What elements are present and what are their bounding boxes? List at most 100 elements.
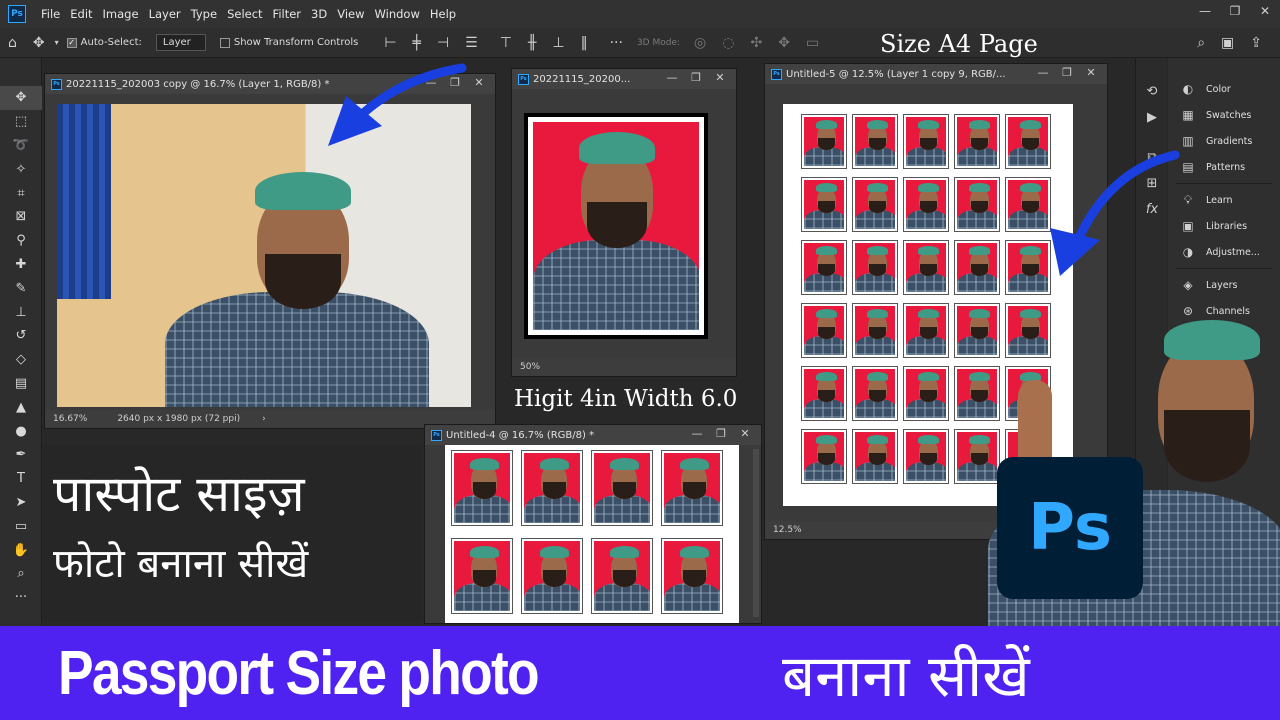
3d-orbit-icon[interactable]: ◎ [694,35,706,51]
minimize-icon[interactable]: — [1190,0,1220,22]
menu-window[interactable]: Window [370,7,425,21]
brush-tool-icon[interactable]: ✎ [0,276,42,300]
healing-brush-tool-icon[interactable]: ✚ [0,253,42,277]
minimize-icon[interactable]: — [1031,66,1055,79]
marquee-tool-icon[interactable]: ⬚ [0,110,42,134]
pen-tool-icon[interactable]: ✒ [0,443,42,467]
minimize-icon[interactable]: — [660,71,684,84]
restore-icon[interactable]: ❐ [1220,0,1250,22]
passport-thumbnail [801,429,847,484]
show-transform-checkbox[interactable]: Show Transform Controls [219,37,358,48]
menu-type[interactable]: Type [186,7,222,21]
scrollbar[interactable] [753,449,759,617]
edit-toolbar-icon[interactable]: ··· [0,586,42,610]
passport-thumbnail [591,450,653,526]
restore-icon[interactable]: ❐ [443,76,467,89]
menu-image[interactable]: Image [98,7,144,21]
3d-roll-icon[interactable]: ◌ [722,35,734,51]
clone-stamp-tool-icon[interactable]: ⊥ [0,300,42,324]
3d-cube-icon[interactable]: ⧉ [1136,144,1168,170]
frame-tool-icon[interactable]: ⊠ [0,205,42,229]
document-window-passport[interactable]: Ps 20221115_20200... — ❐ ✕ 50% [511,68,737,377]
ps-file-icon: Ps [518,73,529,85]
person-cap [255,172,351,210]
rectangle-tool-icon[interactable]: ▭ [0,514,42,538]
path-selection-tool-icon[interactable]: ➤ [0,491,42,515]
blur-tool-icon[interactable]: ▲ [0,395,42,419]
3d-pan-icon[interactable]: ✣ [750,35,762,51]
document-window-original[interactable]: Ps 20221115_202003 copy @ 16.7% (Layer 1… [44,73,496,429]
auto-select-checkbox[interactable]: ✓ Auto-Select: [66,37,142,48]
actions-play-icon[interactable]: ▶ [1136,104,1168,130]
minimize-icon[interactable]: — [685,427,709,440]
menu-3d[interactable]: 3D [306,7,332,21]
chevron-down-icon[interactable]: ▾ [55,38,59,47]
menu-file[interactable]: File [36,7,65,21]
eyedropper-tool-icon[interactable]: ⚲ [0,229,42,253]
menu-edit[interactable]: Edit [65,7,97,21]
zoom-level[interactable]: 50% [520,362,540,372]
document-window-4x6[interactable]: Ps Untitled-4 @ 16.7% (RGB/8) * — ❐ ✕ [424,424,762,624]
distribute-vertical-icon[interactable]: ‖ [581,35,588,51]
layer-select[interactable]: Layer [155,34,206,51]
chevron-right-icon[interactable]: › [262,414,266,424]
history-brush-tool-icon[interactable]: ↺ [0,324,42,348]
move-tool-icon[interactable]: ✥ [33,35,45,51]
restore-icon[interactable]: ❐ [684,71,708,84]
restore-icon[interactable]: ❐ [709,427,733,440]
panel-swatches[interactable]: ▦ Swatches [1168,102,1280,128]
menu-help[interactable]: Help [425,7,461,21]
gradient-tool-icon[interactable]: ▤ [0,372,42,396]
align-right-icon[interactable]: ⊣ [437,35,449,51]
align-middle-icon[interactable]: ╫ [528,35,536,51]
3d-slide-icon[interactable]: ✥ [778,35,790,51]
search-icon[interactable]: ⌕ [1197,35,1205,51]
move-tool-icon[interactable]: ✥ [0,86,42,110]
dodge-tool-icon[interactable]: ● [0,419,42,443]
properties-icon[interactable]: ⊞ [1136,170,1168,196]
zoom-level[interactable]: 12.5% [773,525,802,535]
close-icon[interactable]: ✕ [1079,66,1103,79]
workspace-icon[interactable]: ▣ [1221,35,1234,51]
type-tool-icon[interactable]: T [0,467,42,491]
panel-libraries[interactable]: ▣ Libraries [1168,213,1280,239]
more-options-icon[interactable]: ··· [610,35,623,51]
lasso-tool-icon[interactable]: ➰ [0,134,42,158]
align-bottom-icon[interactable]: ⊥ [552,35,564,51]
share-icon[interactable]: ⇪ [1250,35,1262,51]
align-left-icon[interactable]: ⊢ [384,35,396,51]
crop-tool-icon[interactable]: ⌗ [0,181,42,205]
close-icon[interactable]: ✕ [733,427,757,440]
panel-patterns[interactable]: ▤ Patterns [1168,154,1280,180]
zoom-level[interactable]: 16.67% [53,414,87,424]
magic-wand-tool-icon[interactable]: ✧ [0,157,42,181]
zoom-tool-icon[interactable]: ⌕ [0,562,42,586]
close-icon[interactable]: ✕ [467,76,491,89]
home-icon[interactable]: ⌂ [8,35,17,51]
close-icon[interactable]: ✕ [1250,0,1280,22]
distribute-icon[interactable]: ☰ [465,35,478,51]
align-center-icon[interactable]: ╪ [413,35,421,51]
panel-layers[interactable]: ◈ Layers [1168,272,1280,298]
menu-select[interactable]: Select [222,7,267,21]
align-top-icon[interactable]: ⊤ [500,35,512,51]
options-bar: ⌂ ✥ ▾ ✓ Auto-Select: Layer Show Transform… [0,28,1280,58]
3d-camera-icon[interactable]: ▭ [806,35,819,51]
menu-filter[interactable]: Filter [268,7,306,21]
panel-learn[interactable]: 💡︎ Learn [1168,187,1280,213]
hand-tool-icon[interactable]: ✋ [0,538,42,562]
menu-view[interactable]: View [332,7,369,21]
panel-gradients[interactable]: ▥ Gradients [1168,128,1280,154]
fx-styles-icon[interactable]: fx [1136,196,1168,222]
eraser-tool-icon[interactable]: ◇ [0,348,42,372]
libraries-icon: ▣ [1182,219,1194,233]
history-icon[interactable]: ⟲ [1136,78,1168,104]
menu-layer[interactable]: Layer [144,7,186,21]
doc-window-controls: — ❐ ✕ [660,71,732,84]
panel-color[interactable]: ◐ Color [1168,76,1280,102]
restore-icon[interactable]: ❐ [1055,66,1079,79]
passport-thumbnail [591,538,653,614]
minimize-icon[interactable]: — [419,76,443,89]
close-icon[interactable]: ✕ [708,71,732,84]
panel-adjustments[interactable]: ◑ Adjustme... [1168,239,1280,265]
